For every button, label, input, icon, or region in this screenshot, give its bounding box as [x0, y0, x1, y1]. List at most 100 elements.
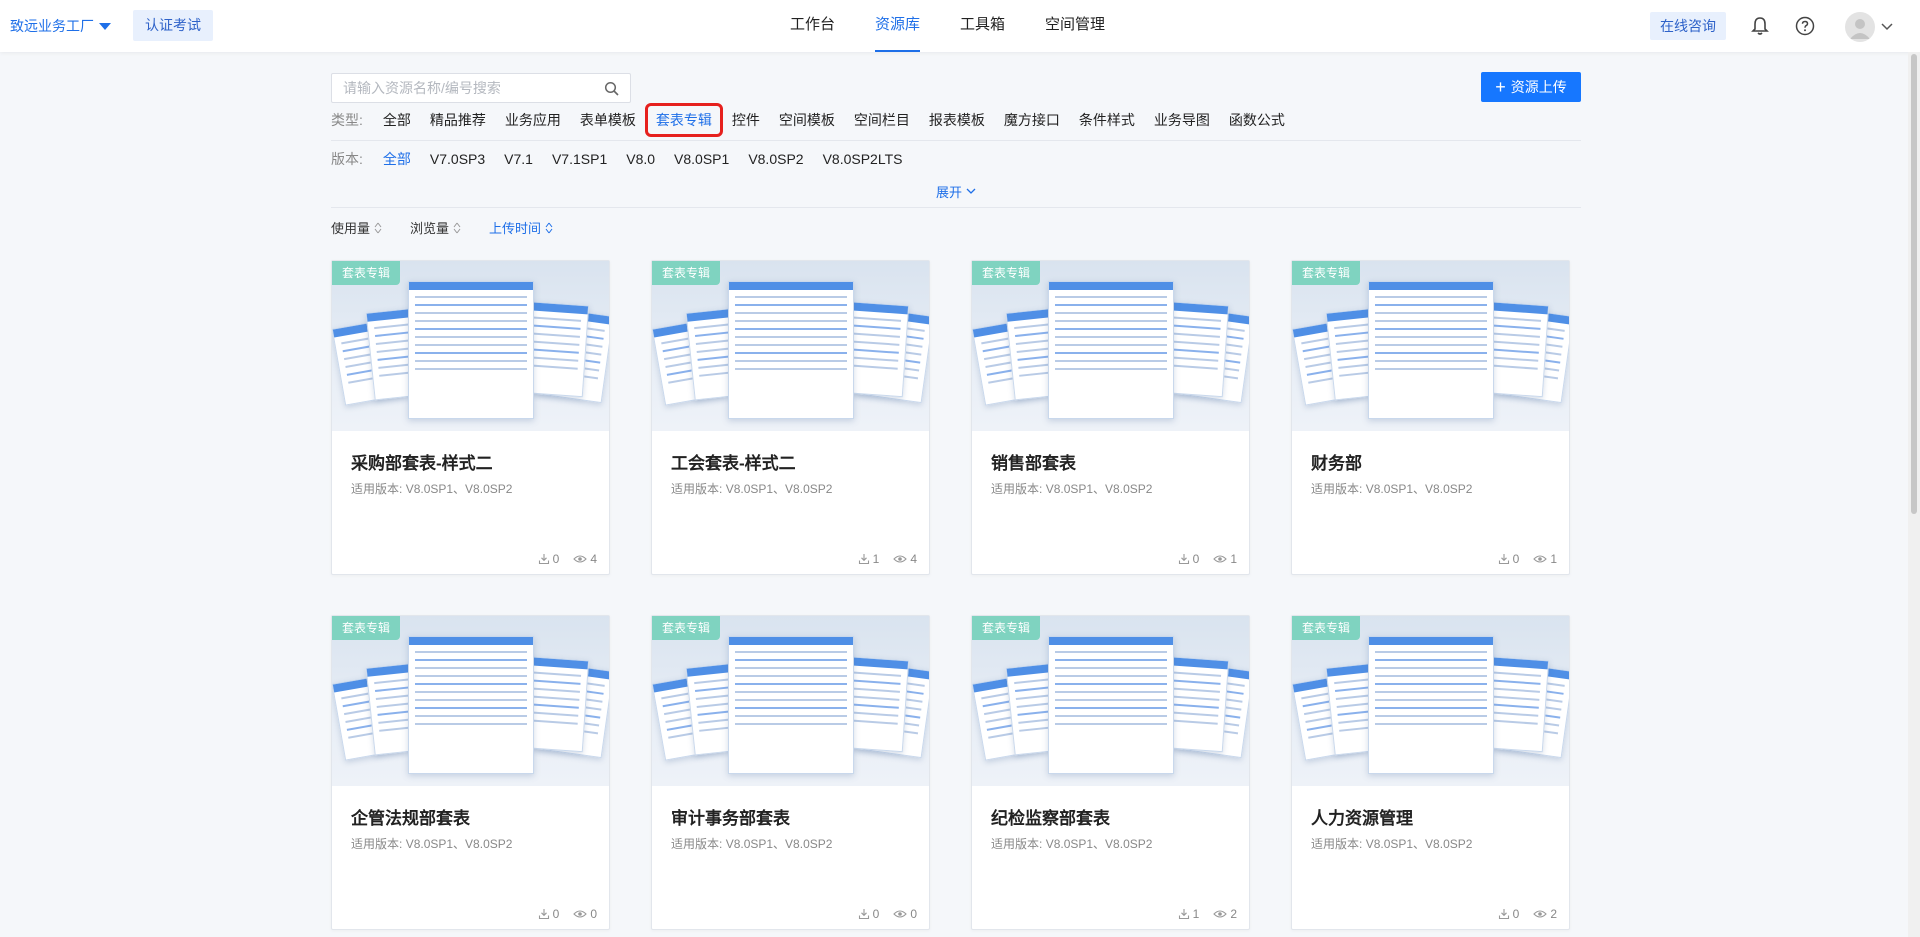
resource-card[interactable]: 套表专辑 企管法规部套表 适用版本: V8.0SP1、V8.0SP2 0 0 — [331, 615, 610, 930]
resource-card[interactable]: 套表专辑 审计事务部套表 适用版本: V8.0SP1、V8.0SP2 0 0 — [651, 615, 930, 930]
search-box — [331, 73, 631, 103]
type-option-form-template[interactable]: 表单模板 — [580, 110, 636, 130]
nav-toolbox[interactable]: 工具箱 — [960, 0, 1005, 52]
help-icon[interactable] — [1793, 14, 1817, 38]
type-option-all[interactable]: 全部 — [383, 110, 411, 130]
card-thumbnail: 套表专辑 — [1292, 616, 1569, 786]
certification-exam-button[interactable]: 认证考试 — [133, 10, 213, 41]
type-option-function-formula[interactable]: 函数公式 — [1229, 110, 1285, 130]
download-count-value: 0 — [1512, 907, 1520, 921]
type-option-cube-interface[interactable]: 魔方接口 — [1004, 110, 1060, 130]
nav-space-management[interactable]: 空间管理 — [1045, 0, 1105, 52]
type-option-space-template[interactable]: 空间模板 — [779, 110, 835, 130]
nav-workbench[interactable]: 工作台 — [790, 0, 835, 52]
chevron-down-icon — [966, 188, 976, 194]
sort-by-usage[interactable]: 使用量 — [331, 218, 382, 237]
type-option-control[interactable]: 控件 — [732, 110, 760, 130]
version-label: 适用版本: — [351, 837, 403, 851]
view-count-value: 2 — [1550, 907, 1557, 921]
version-label: 适用版本: — [991, 837, 1043, 851]
card-stats: 14 — [844, 552, 917, 566]
sort-by-upload-time[interactable]: 上传时间 — [489, 218, 553, 237]
nav-resource-library[interactable]: 资源库 — [875, 0, 921, 52]
sort-icon — [453, 222, 461, 233]
download-icon — [858, 909, 869, 920]
card-versions: 适用版本: V8.0SP1、V8.0SP2 — [671, 480, 832, 497]
resource-card[interactable]: 套表专辑 人力资源管理 适用版本: V8.0SP1、V8.0SP2 0 2 — [1291, 615, 1570, 930]
version-label: 适用版本: — [671, 482, 723, 496]
type-option-business-map[interactable]: 业务导图 — [1154, 110, 1210, 130]
resource-card[interactable]: 套表专辑 财务部 适用版本: V8.0SP1、V8.0SP2 0 1 — [1291, 260, 1570, 575]
divider — [331, 140, 1581, 141]
download-icon — [1498, 909, 1509, 920]
card-stats: 00 — [844, 907, 917, 921]
type-option-business-app[interactable]: 业务应用 — [505, 110, 561, 130]
view-count-value: 4 — [590, 552, 597, 566]
eye-icon — [1213, 555, 1228, 563]
download-icon — [538, 909, 549, 920]
resource-card[interactable]: 套表专辑 纪检监察部套表 适用版本: V8.0SP1、V8.0SP2 1 2 — [971, 615, 1250, 930]
view-count-value: 2 — [1230, 907, 1237, 921]
version-option-v80sp1[interactable]: V8.0SP1 — [674, 151, 729, 167]
expand-filters-button[interactable]: 展开 — [936, 182, 976, 201]
download-icon — [1498, 554, 1509, 565]
card-title: 纪检监察部套表 — [991, 809, 1110, 828]
card-thumbnail: 套表专辑 — [972, 261, 1249, 431]
download-count-value: 0 — [552, 907, 560, 921]
sort-by-views[interactable]: 浏览量 — [410, 218, 461, 237]
resource-card[interactable]: 套表专辑 销售部套表 适用版本: V8.0SP1、V8.0SP2 0 1 — [971, 260, 1250, 575]
search-icon[interactable] — [604, 81, 620, 97]
card-title: 人力资源管理 — [1311, 809, 1413, 828]
view-count: 2 — [1213, 907, 1237, 921]
version-values: V8.0SP1、V8.0SP2 — [405, 837, 513, 851]
type-option-report-template[interactable]: 报表模板 — [929, 110, 985, 130]
card-thumbnail: 套表专辑 — [652, 616, 929, 786]
card-thumbnail: 套表专辑 — [1292, 261, 1569, 431]
resource-card[interactable]: 套表专辑 工会套表-样式二 适用版本: V8.0SP1、V8.0SP2 1 4 — [651, 260, 930, 575]
view-count: 0 — [573, 907, 597, 921]
type-option-featured[interactable]: 精品推荐 — [430, 110, 486, 130]
card-tag: 套表专辑 — [332, 616, 401, 640]
sort-label: 使用量 — [331, 221, 371, 236]
download-count: 0 — [1178, 552, 1199, 566]
scroll-thumb[interactable] — [1911, 54, 1917, 514]
version-option-all[interactable]: 全部 — [383, 149, 411, 169]
card-versions: 适用版本: V8.0SP1、V8.0SP2 — [351, 835, 512, 852]
download-icon — [1178, 909, 1189, 920]
resource-card[interactable]: 套表专辑 采购部套表-样式二 适用版本: V8.0SP1、V8.0SP2 0 4 — [331, 260, 610, 575]
download-count: 0 — [1498, 552, 1519, 566]
download-count: 0 — [858, 907, 879, 921]
version-option-v80[interactable]: V8.0 — [626, 151, 655, 167]
version-option-v80sp2lts[interactable]: V8.0SP2LTS — [823, 151, 903, 167]
eye-icon — [893, 910, 908, 918]
card-title: 工会套表-样式二 — [671, 454, 796, 473]
page-scrollbar[interactable] — [1908, 52, 1920, 937]
version-option-v70sp3[interactable]: V7.0SP3 — [430, 151, 485, 167]
card-stats: 02 — [1484, 907, 1557, 921]
search-input[interactable] — [332, 74, 592, 102]
chevron-down-icon — [1881, 23, 1893, 31]
bell-icon[interactable] — [1748, 14, 1772, 38]
download-icon — [858, 554, 869, 565]
version-option-v71sp1[interactable]: V7.1SP1 — [552, 151, 607, 167]
user-menu[interactable] — [1845, 12, 1893, 42]
type-option-space-column[interactable]: 空间栏目 — [854, 110, 910, 130]
workspace-switcher[interactable]: 致远业务工厂 — [10, 0, 111, 52]
caret-down-icon — [99, 22, 111, 30]
sort-label: 浏览量 — [410, 221, 450, 236]
version-option-v80sp2[interactable]: V8.0SP2 — [748, 151, 803, 167]
version-label: 适用版本: — [671, 837, 723, 851]
card-stats: 01 — [1164, 552, 1237, 566]
version-values: V8.0SP1、V8.0SP2 — [1365, 482, 1473, 496]
sort-label: 上传时间 — [489, 221, 542, 236]
type-option-condition-style[interactable]: 条件样式 — [1079, 110, 1135, 130]
type-option-form-set-album[interactable]: 套表专辑 — [644, 103, 723, 137]
upload-resource-button[interactable]: + 资源上传 — [1481, 72, 1581, 102]
version-filter: 版本: 全部 V7.0SP3 V7.1 V7.1SP1 V8.0 V8.0SP1… — [331, 149, 921, 169]
version-label: 适用版本: — [1311, 837, 1363, 851]
view-count-value: 1 — [1550, 552, 1557, 566]
download-icon — [538, 554, 549, 565]
online-consult-button[interactable]: 在线咨询 — [1650, 12, 1726, 40]
version-option-v71[interactable]: V7.1 — [504, 151, 533, 167]
download-count: 0 — [538, 552, 559, 566]
